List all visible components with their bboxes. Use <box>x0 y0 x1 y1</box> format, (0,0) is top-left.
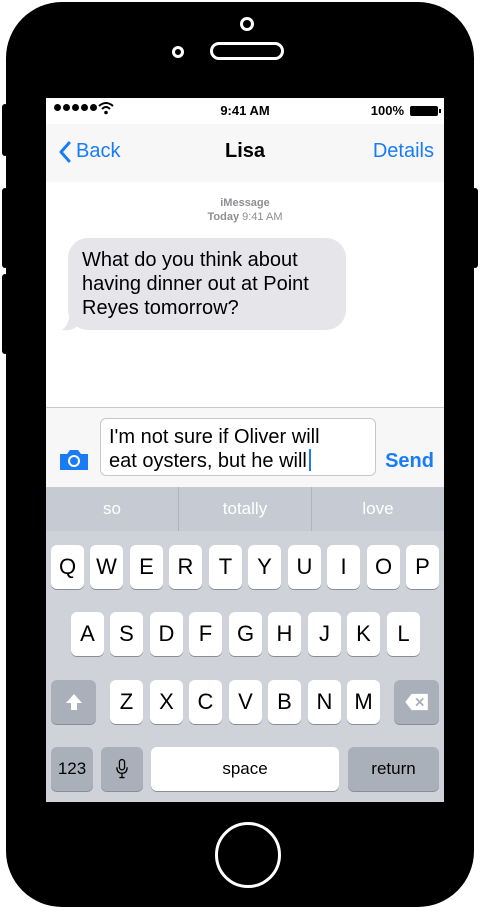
home-button[interactable] <box>215 822 281 888</box>
suggestion-so[interactable]: so <box>46 487 179 531</box>
key-r[interactable]: R <box>169 545 202 589</box>
volume-up-button[interactable] <box>2 188 8 268</box>
return-key[interactable]: return <box>348 747 439 791</box>
status-bar: 9:41 AM 100% <box>46 98 444 124</box>
timestamp-date: Today <box>207 211 240 223</box>
message-timestamp: Today 9:41 AM <box>46 211 444 223</box>
message-input-line2: eat oysters, but he will <box>109 449 367 473</box>
message-input[interactable]: I'm not sure if Oliver will eat oysters,… <box>100 418 376 476</box>
dictation-key[interactable] <box>101 747 143 791</box>
key-t[interactable]: T <box>209 545 242 589</box>
front-camera <box>240 17 254 31</box>
navigation-bar: Back Lisa Details <box>46 124 444 183</box>
volume-down-button[interactable] <box>2 274 8 354</box>
backspace-icon <box>404 693 428 711</box>
earpiece-speaker <box>210 42 284 60</box>
microphone-icon <box>116 758 128 779</box>
numbers-key[interactable]: 123 <box>51 747 93 791</box>
message-input-line1: I'm not sure if Oliver will <box>109 426 320 448</box>
camera-icon[interactable] <box>58 448 90 472</box>
power-button[interactable] <box>472 188 478 268</box>
suggestion-love[interactable]: love <box>312 487 444 531</box>
key-p[interactable]: P <box>406 545 439 589</box>
shift-key[interactable] <box>51 680 96 724</box>
key-z[interactable]: Z <box>110 680 143 724</box>
key-y[interactable]: Y <box>248 545 281 589</box>
keyboard: so totally love Q W E R T Y U I O P A S … <box>46 487 444 802</box>
key-c[interactable]: C <box>189 680 222 724</box>
service-label: iMessage <box>220 197 270 209</box>
key-j[interactable]: J <box>308 612 341 656</box>
key-v[interactable]: V <box>229 680 262 724</box>
key-g[interactable]: G <box>229 612 262 656</box>
backspace-key[interactable] <box>394 680 439 724</box>
key-a[interactable]: A <box>71 612 104 656</box>
screen: 9:41 AM 100% Back Lisa Details iMessage … <box>46 98 444 802</box>
mute-switch[interactable] <box>2 104 8 156</box>
key-s[interactable]: S <box>110 612 143 656</box>
battery-icon <box>410 106 441 116</box>
proximity-sensor <box>172 46 184 58</box>
incoming-message-bubble: What do you think about having dinner ou… <box>68 238 346 330</box>
key-w[interactable]: W <box>90 545 123 589</box>
conversation-area: iMessage Today 9:41 AM What do you think… <box>46 182 444 407</box>
key-n[interactable]: N <box>308 680 341 724</box>
timestamp-time: 9:41 AM <box>242 211 283 223</box>
battery-percentage: 100% <box>370 103 404 118</box>
key-l[interactable]: L <box>387 612 420 656</box>
message-composer: I'm not sure if Oliver will eat oysters,… <box>46 407 444 488</box>
key-f[interactable]: F <box>189 612 222 656</box>
suggestion-totally[interactable]: totally <box>179 487 312 531</box>
key-i[interactable]: I <box>327 545 360 589</box>
send-button[interactable]: Send <box>385 450 434 473</box>
key-x[interactable]: X <box>150 680 183 724</box>
details-button[interactable]: Details <box>373 140 434 163</box>
shift-icon <box>65 694 82 710</box>
key-u[interactable]: U <box>288 545 321 589</box>
predictive-bar: so totally love <box>46 487 444 531</box>
message-input-line2-text: eat oysters, but he will <box>109 450 307 472</box>
key-k[interactable]: K <box>347 612 380 656</box>
key-d[interactable]: D <box>150 612 183 656</box>
key-q[interactable]: Q <box>51 545 84 589</box>
key-m[interactable]: M <box>347 680 380 724</box>
key-o[interactable]: O <box>367 545 400 589</box>
key-h[interactable]: H <box>268 612 301 656</box>
key-e[interactable]: E <box>130 545 163 589</box>
text-caret <box>308 449 311 471</box>
key-b[interactable]: B <box>268 680 301 724</box>
space-key[interactable]: space <box>151 747 339 791</box>
